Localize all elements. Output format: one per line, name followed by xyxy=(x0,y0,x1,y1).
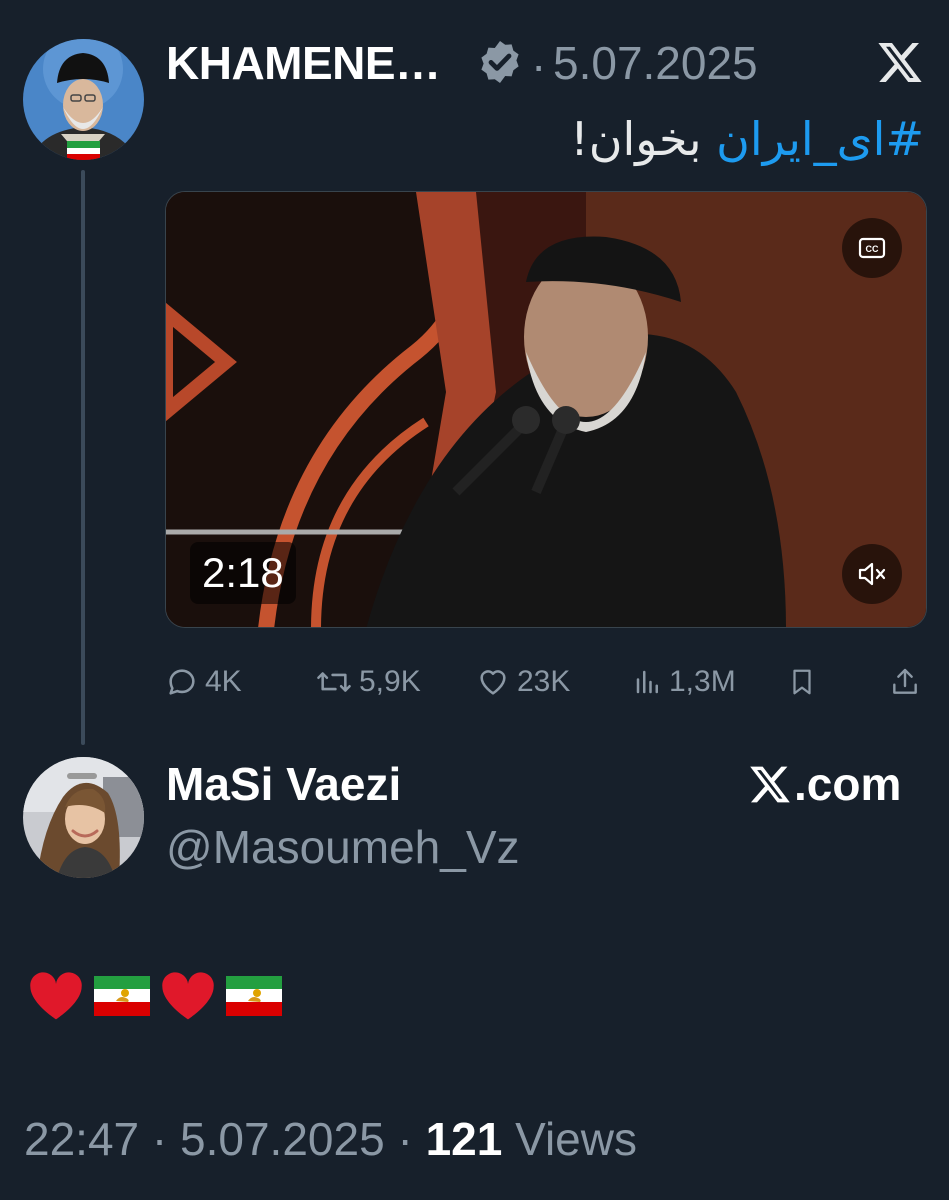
mute-toggle-button[interactable] xyxy=(842,544,902,604)
separator-dot: · xyxy=(151,1113,168,1165)
like-count: 23K xyxy=(517,665,571,698)
reply-button[interactable]: 4K xyxy=(165,660,242,704)
separator-dot: · xyxy=(531,39,547,91)
muted-speaker-icon xyxy=(858,562,886,586)
reply-text xyxy=(28,970,282,1022)
quoted-tweet-text: #ای_ایران بخوان! xyxy=(570,112,924,166)
share-button[interactable] xyxy=(889,660,927,704)
repost-count: 5,9K xyxy=(359,665,421,698)
reply-meta-footer: 22:47 · 5.07.2025 · 121 Views xyxy=(24,1112,637,1166)
iran-lion-sun-flag-icon xyxy=(94,976,150,1016)
reply-date[interactable]: 5.07.2025 xyxy=(180,1113,385,1165)
iran-lion-sun-flag-icon xyxy=(226,976,282,1016)
separator-dot: · xyxy=(397,1113,413,1165)
svg-text:CC: CC xyxy=(866,244,879,254)
red-heart-icon xyxy=(30,972,82,1020)
tweet-text-rest: بخوان! xyxy=(570,112,702,166)
closed-captions-button[interactable]: CC xyxy=(842,218,902,278)
reply-author-name[interactable]: MaSi Vaezi xyxy=(166,757,401,811)
hashtag-link[interactable]: #ای_ایران xyxy=(716,112,924,166)
views-count: 1,3M xyxy=(669,665,736,698)
heart-icon xyxy=(480,670,506,695)
closed-captions-icon: CC xyxy=(858,237,886,259)
reply-author-handle[interactable]: @Masoumeh_Vz xyxy=(166,820,520,874)
x-logo-icon xyxy=(750,766,790,803)
quoted-author-avatar[interactable] xyxy=(23,39,144,160)
thread-connector-line xyxy=(81,170,85,745)
reply-author-avatar[interactable] xyxy=(23,757,144,878)
video-player[interactable]: CC 2:18 xyxy=(165,191,927,628)
repost-button[interactable]: 5,9K xyxy=(315,660,421,704)
quoted-author-name[interactable]: KHAMENE… xyxy=(166,36,441,90)
bookmark-button[interactable] xyxy=(787,660,823,704)
watermark-text: .com xyxy=(794,758,902,810)
red-heart-icon xyxy=(162,972,214,1020)
bookmark-icon xyxy=(793,669,811,695)
reply-views-count[interactable]: 121 xyxy=(426,1113,503,1165)
video-duration-badge: 2:18 xyxy=(190,542,296,604)
share-upload-icon xyxy=(893,668,917,694)
repost-icon xyxy=(317,672,351,692)
views-button[interactable]: 1,3M xyxy=(633,660,736,704)
reply-views-label: Views xyxy=(515,1113,637,1165)
like-button[interactable]: 23K xyxy=(475,660,570,704)
quoted-tweet-date[interactable]: 5.07.2025 xyxy=(553,36,758,90)
x-logo-icon[interactable] xyxy=(876,38,924,86)
reply-count: 4K xyxy=(205,665,242,698)
analytics-bars-icon xyxy=(636,670,658,694)
verified-badge-icon xyxy=(481,41,519,83)
x-com-watermark: .com xyxy=(748,757,901,811)
tweet-action-bar: 4K 5,9K 23K 1,3M xyxy=(165,660,927,704)
reply-time[interactable]: 22:47 xyxy=(24,1113,139,1165)
reply-bubble-icon xyxy=(169,669,195,695)
